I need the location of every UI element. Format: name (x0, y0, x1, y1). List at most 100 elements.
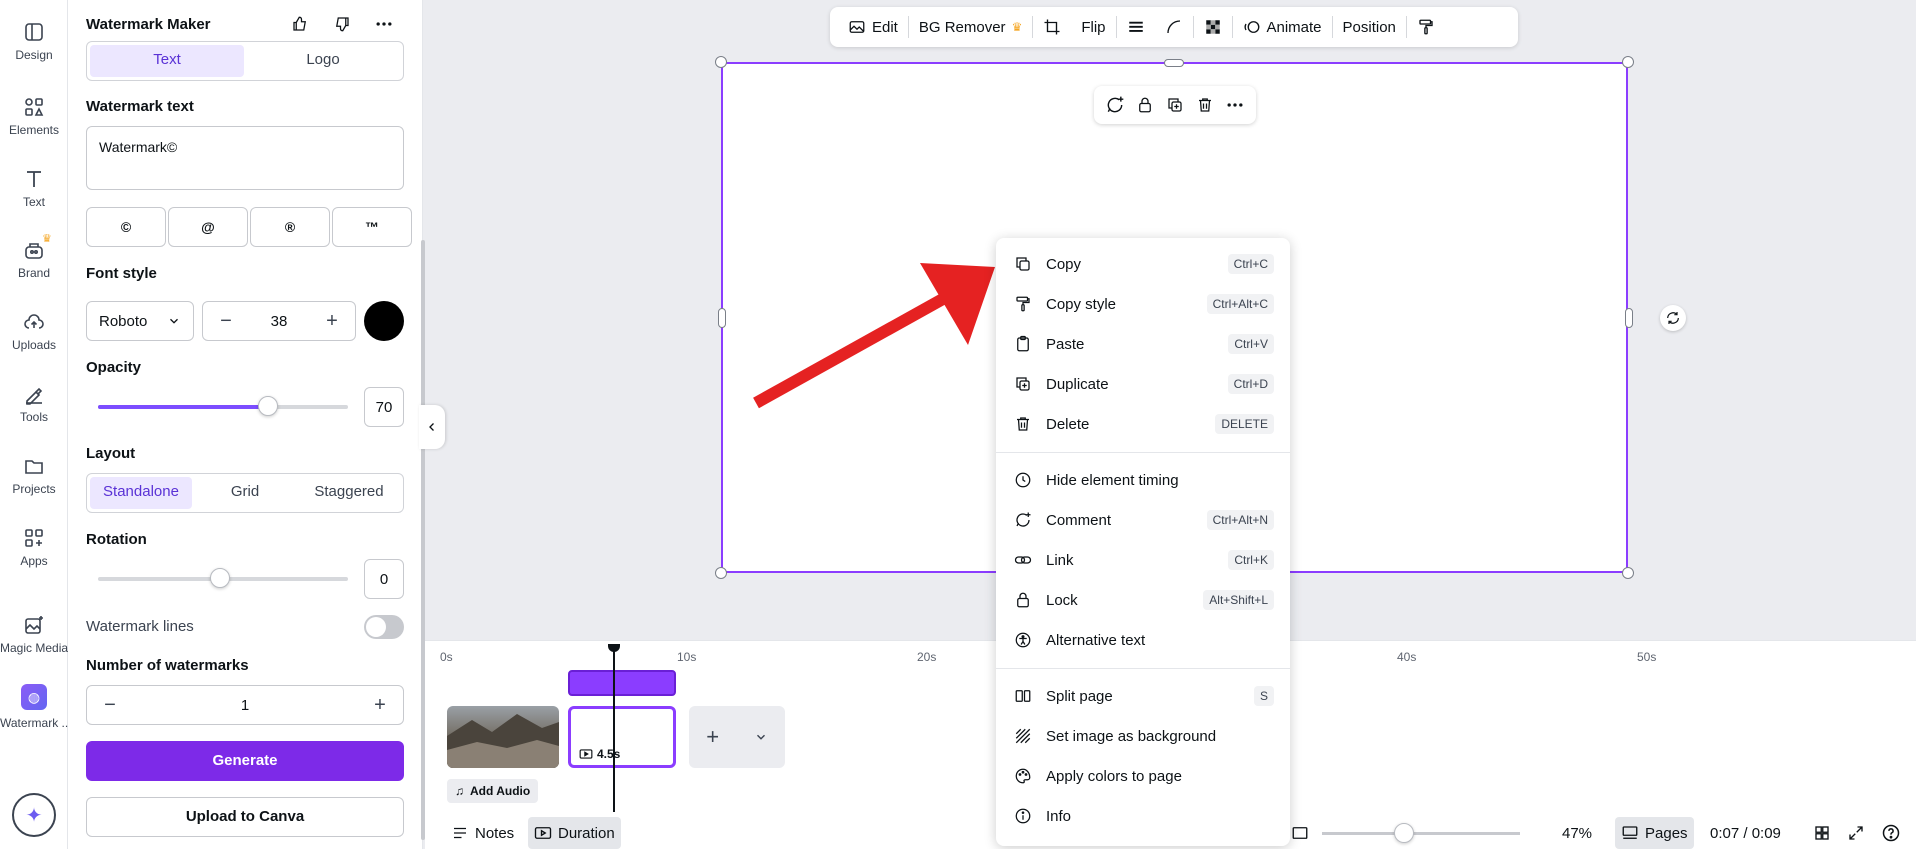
rail-magic-media[interactable]: Magic Media (0, 613, 68, 655)
rail-watermark-app[interactable]: ◍ Watermark ... (0, 684, 68, 730)
transparency-button[interactable] (1194, 18, 1232, 36)
rail-text[interactable]: Text (0, 167, 68, 209)
copyright-symbol-button[interactable]: © (86, 207, 166, 247)
menu-item-copy-style[interactable]: Copy style Ctrl+Alt+C (996, 286, 1290, 322)
duplicate-icon[interactable] (1164, 94, 1186, 116)
opacity-slider[interactable] (98, 396, 348, 416)
edit-button[interactable]: Edit (838, 18, 908, 36)
layout-standalone[interactable]: Standalone (90, 477, 192, 509)
add-page-button[interactable]: + (706, 724, 719, 750)
at-symbol-button[interactable]: @ (168, 207, 248, 247)
playhead[interactable] (613, 644, 615, 812)
add-audio-button[interactable]: ♫ Add Audio (447, 779, 539, 803)
opacity-value[interactable]: 70 (364, 387, 404, 427)
decrease-font-size-button[interactable]: − (215, 310, 237, 333)
menu-item-alternative-text[interactable]: Alternative text (996, 622, 1290, 658)
upload-to-canva-button[interactable]: Upload to Canva (86, 797, 404, 837)
page-clip-thumbnail[interactable] (447, 706, 559, 768)
lock-icon[interactable] (1134, 94, 1156, 116)
help-icon[interactable] (1875, 817, 1907, 849)
watermark-lines-toggle[interactable] (364, 615, 404, 639)
rail-apps[interactable]: Apps (0, 526, 68, 568)
menu-item-copy[interactable]: Copy Ctrl+C (996, 246, 1290, 282)
flip-button[interactable]: Flip (1071, 19, 1115, 36)
menu-item-link[interactable]: Link Ctrl+K (996, 542, 1290, 578)
menu-item-set-image-as-background[interactable]: Set image as background (996, 718, 1290, 754)
font-family-select[interactable]: Roboto (86, 301, 194, 341)
font-color-swatch[interactable] (364, 301, 404, 341)
crop-button[interactable] (1033, 18, 1071, 36)
collapse-panel-button[interactable] (419, 405, 445, 449)
resize-handle-top-right[interactable] (1622, 56, 1634, 68)
menu-item-delete[interactable]: Delete DELETE (996, 406, 1290, 442)
rail-uploads[interactable]: Uploads (0, 310, 68, 352)
chevron-down-icon[interactable] (754, 724, 768, 750)
thumbs-down-icon[interactable] (332, 14, 352, 34)
number-of-watermarks-value[interactable]: 1 (241, 697, 249, 714)
rail-brand[interactable]: ♛ Brand (0, 233, 68, 280)
selected-page-clip[interactable]: 4.5s (568, 706, 676, 768)
rotation-slider-knob[interactable] (210, 568, 230, 588)
layout-staggered[interactable]: Staggered (298, 477, 400, 509)
notes-button[interactable]: Notes (445, 817, 520, 849)
watermark-text-input[interactable]: Watermark© (86, 126, 404, 190)
increase-number-button[interactable]: + (369, 694, 391, 717)
rotation-slider[interactable] (98, 568, 348, 588)
rail-projects[interactable]: Projects (0, 454, 68, 496)
comment-icon (1012, 509, 1034, 531)
more-options-icon[interactable] (374, 14, 394, 34)
bg-remover-label: BG Remover (918, 18, 1006, 36)
resize-handle-left[interactable] (718, 308, 726, 328)
copy-style-button[interactable] (1407, 18, 1445, 36)
opacity-slider-knob[interactable] (258, 396, 278, 416)
animate-button[interactable]: Animate (1233, 18, 1332, 36)
zoom-slider[interactable] (1322, 832, 1520, 835)
bg-remover-button[interactable]: BG Remover ♛ (909, 19, 1032, 36)
position-button[interactable]: Position (1333, 19, 1406, 36)
menu-item-apply-colors-to-page[interactable]: Apply colors to page (996, 758, 1290, 794)
fullscreen-icon[interactable] (1841, 817, 1871, 849)
thumbs-up-icon[interactable] (290, 14, 310, 34)
menu-item-paste[interactable]: Paste Ctrl+V (996, 326, 1290, 362)
corner-rounding-button[interactable] (1155, 18, 1193, 36)
menu-item-duplicate[interactable]: Duplicate Ctrl+D (996, 366, 1290, 402)
add-comment-icon[interactable] (1104, 94, 1126, 116)
element-timing-bar[interactable] (568, 670, 676, 696)
rail-elements[interactable]: Elements (0, 95, 68, 137)
menu-item-info[interactable]: Info (996, 798, 1290, 834)
resize-handle-right[interactable] (1625, 308, 1633, 328)
layout-grid[interactable]: Grid (194, 477, 296, 509)
more-options-icon[interactable] (1224, 94, 1246, 116)
tab-text[interactable]: Text (90, 45, 244, 77)
rotate-handle[interactable] (1660, 305, 1686, 331)
tab-logo[interactable]: Logo (246, 45, 400, 77)
resize-handle-bottom-left[interactable] (715, 567, 727, 579)
video-icon (579, 749, 593, 759)
resize-handle-top[interactable] (1164, 59, 1184, 67)
generate-button[interactable]: Generate (86, 741, 404, 781)
registered-symbol-button[interactable]: ® (250, 207, 330, 247)
menu-item-hide-element-timing[interactable]: Hide element timing (996, 462, 1290, 498)
rail-tools[interactable]: Tools (0, 382, 68, 424)
menu-shortcut: Ctrl+V (1228, 334, 1274, 354)
trash-icon[interactable] (1194, 94, 1216, 116)
decrease-number-button[interactable]: − (99, 694, 121, 717)
resize-handle-top-left[interactable] (715, 56, 727, 68)
zoom-slider-knob[interactable] (1394, 823, 1414, 843)
timeline-tick: 10s (677, 650, 697, 664)
menu-item-lock[interactable]: Lock Alt+Shift+L (996, 582, 1290, 618)
zoom-level[interactable]: 47% (1556, 817, 1598, 849)
menu-item-split-page[interactable]: Split page S (996, 678, 1290, 714)
rail-design[interactable]: Design (0, 20, 68, 62)
increase-font-size-button[interactable]: + (321, 310, 343, 333)
grid-view-icon[interactable] (1807, 817, 1837, 849)
menu-item-comment[interactable]: Comment Ctrl+Alt+N (996, 502, 1290, 538)
magic-assistant-button[interactable]: ✦ (12, 793, 56, 837)
border-style-button[interactable] (1117, 18, 1155, 36)
rotation-value[interactable]: 0 (364, 559, 404, 599)
font-size-value[interactable]: 38 (271, 313, 288, 330)
duration-button[interactable]: Duration (528, 817, 621, 849)
trademark-symbol-button[interactable]: ™ (332, 207, 412, 247)
resize-handle-bottom-right[interactable] (1622, 567, 1634, 579)
pages-button[interactable]: Pages (1615, 817, 1694, 849)
